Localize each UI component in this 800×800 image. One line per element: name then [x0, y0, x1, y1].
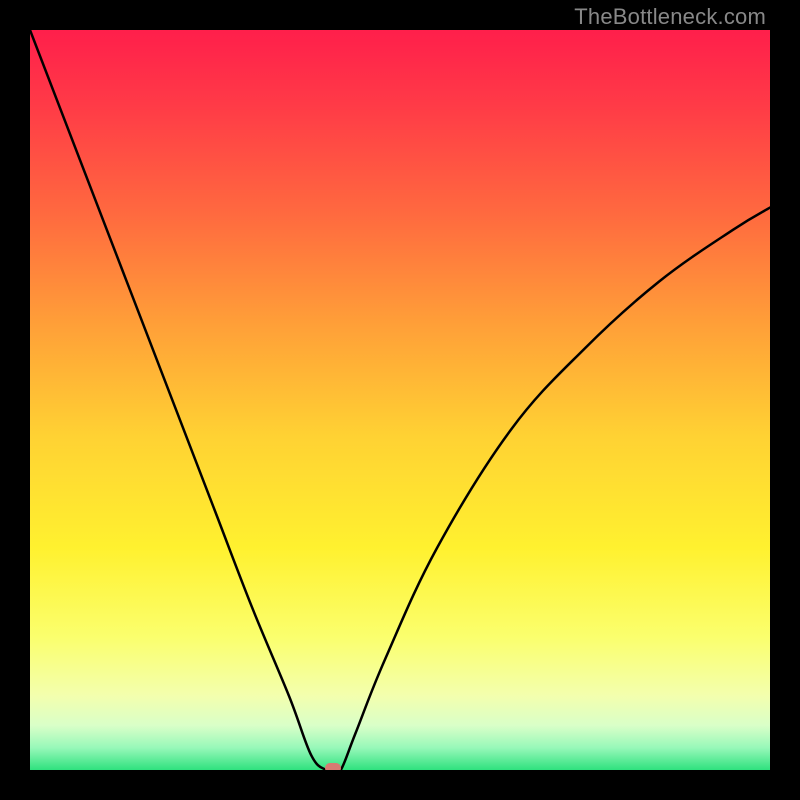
plot-area — [30, 30, 770, 770]
chart-frame: TheBottleneck.com — [0, 0, 800, 800]
optimum-marker — [325, 763, 341, 770]
watermark-text: TheBottleneck.com — [574, 4, 766, 30]
bottleneck-curve — [30, 30, 770, 770]
curve-path — [30, 30, 770, 770]
